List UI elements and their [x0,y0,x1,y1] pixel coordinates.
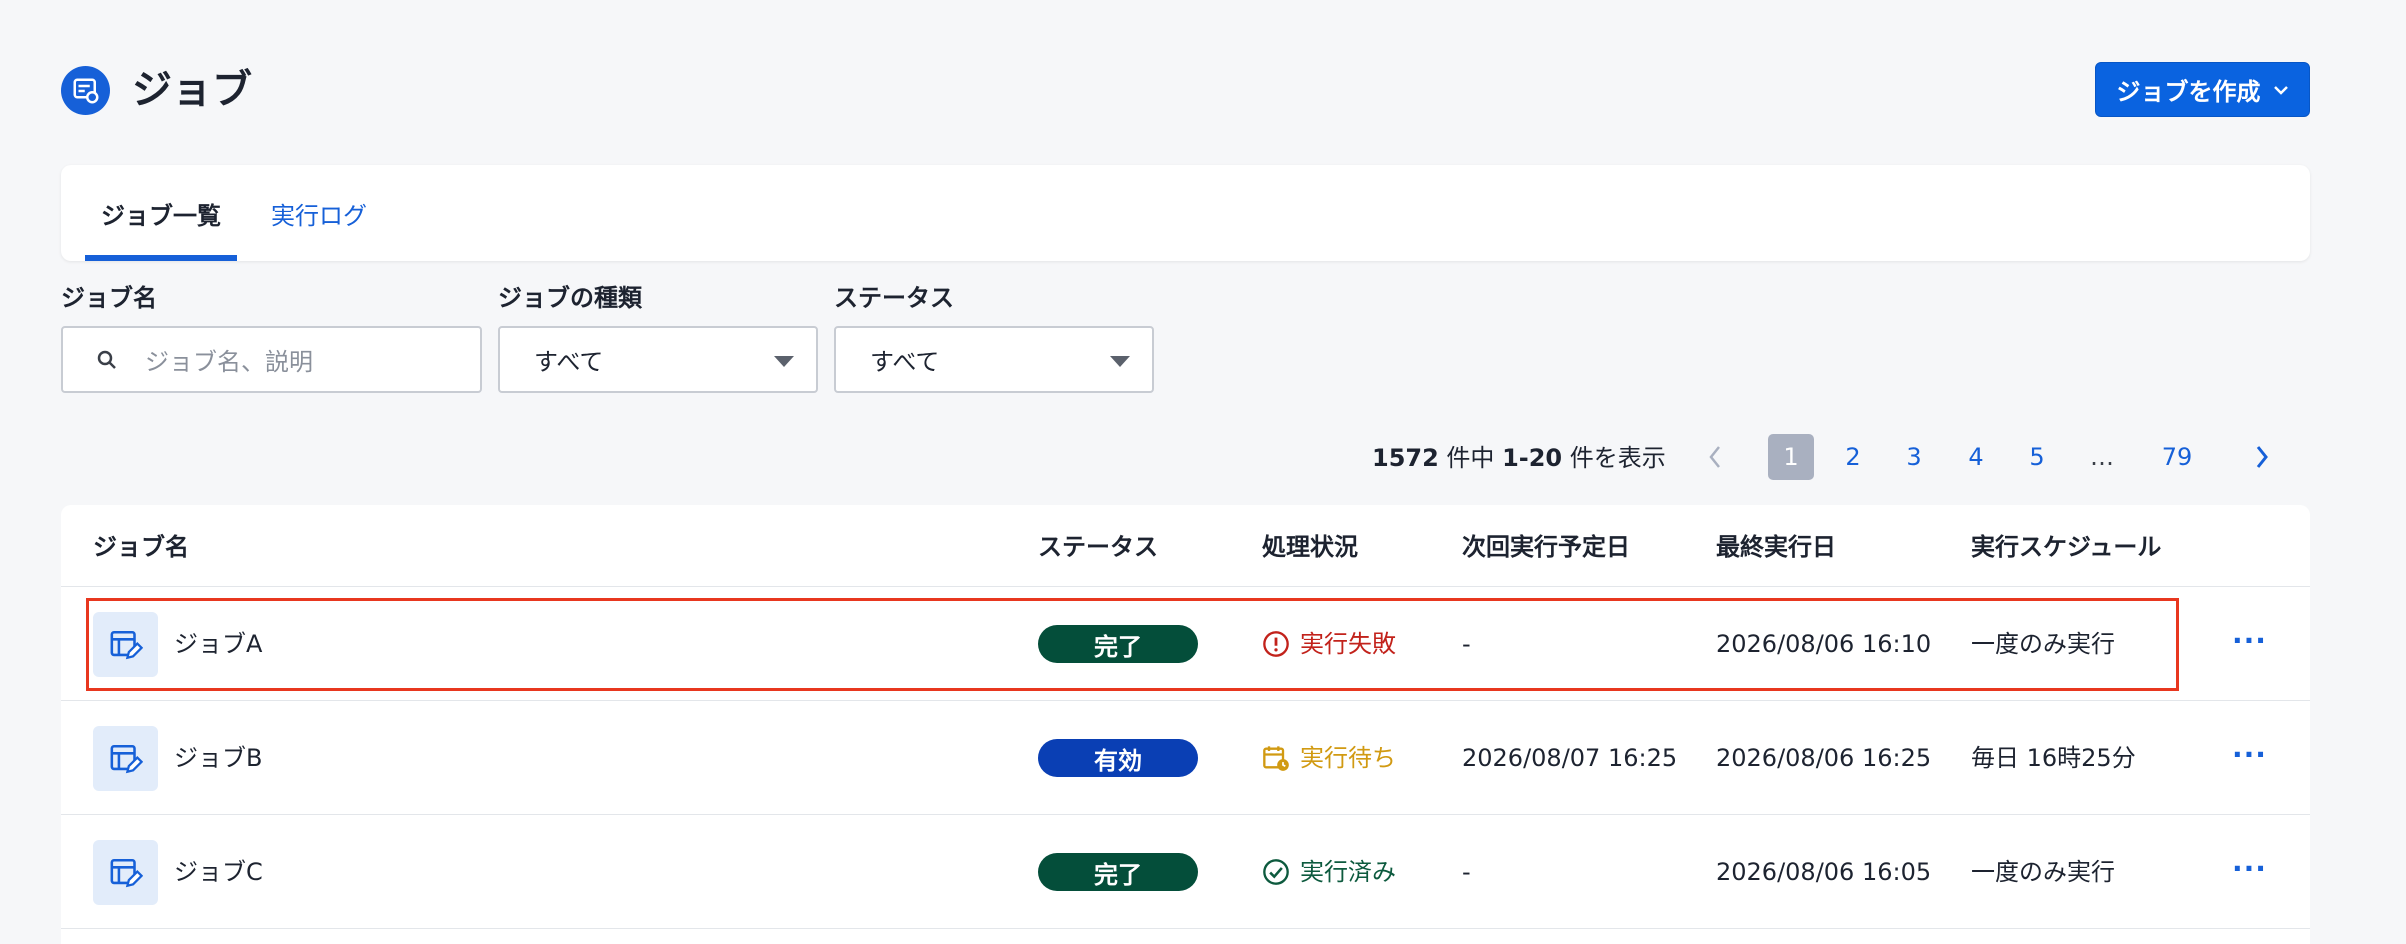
progress-text: 実行失敗 [1300,630,1396,658]
table-edit-icon [110,630,143,659]
check-circle-icon [1263,859,1289,885]
error-circle-icon [1263,631,1289,657]
header-job-name: ジョブ名 [93,533,189,561]
progress-status: 実行済み [1262,854,1396,890]
row-divider [61,928,2310,929]
tab-execution-log[interactable]: 実行ログ [271,165,367,261]
job-name[interactable]: ジョブC [174,854,263,890]
search-icon [97,350,116,369]
row-more-button[interactable]: ··· [2232,624,2267,657]
row-divider [61,700,2310,701]
last-run-date: 2026/08/06 16:05 [1716,858,1932,886]
table-edit-icon [110,858,143,887]
schedule: 毎日 16時25分 [1971,744,2136,772]
status-badge: 有効 [1038,739,1198,777]
calendar-clock-icon [1263,746,1289,771]
status-badge: 完了 [1038,853,1198,891]
caret-down-icon [774,356,794,367]
row-job-icon [93,612,158,677]
page-5[interactable]: 5 [2022,434,2052,480]
job-type-value: すべて [534,348,604,376]
page-79[interactable]: 79 [2155,434,2199,480]
chevron-right-icon [2256,446,2268,468]
schedule: 一度のみ実行 [1971,630,2115,658]
status-badge: 完了 [1038,625,1198,663]
job-list-icon [73,78,98,103]
next-run-date: 2026/08/07 16:25 [1462,744,1678,772]
header-next-run: 次回実行予定日 [1462,533,1630,561]
row-job-icon [93,726,158,791]
header-status: ステータス [1038,533,1158,561]
page-ellipsis: … [2090,443,2114,471]
row-job-icon [93,840,158,905]
progress-text: 実行済み [1300,858,1396,886]
progress-status: 実行失敗 [1262,626,1396,662]
job-name-filter-label: ジョブ名 [61,284,157,312]
header-last-run: 最終実行日 [1716,533,1836,561]
status-select[interactable]: すべて [834,326,1154,393]
next-page-button[interactable] [2247,434,2277,480]
status-value: すべて [870,348,940,376]
last-run-date: 2026/08/06 16:10 [1716,630,1932,658]
progress-status: 実行待ち [1262,740,1396,776]
job-name[interactable]: ジョブA [174,626,262,662]
job-name-search-input[interactable]: ジョブ名、説明 [61,326,482,393]
row-more-button[interactable]: ··· [2232,738,2267,771]
tabs-card: ジョブ一覧 実行ログ [61,165,2310,261]
page-2[interactable]: 2 [1838,434,1868,480]
header-schedule: 実行スケジュール [1971,533,2162,561]
page-1[interactable]: 1 [1768,434,1814,480]
table-edit-icon [110,744,143,773]
row-divider [61,586,2310,587]
row-more-button[interactable]: ··· [2232,852,2267,885]
last-run-date: 2026/08/06 16:25 [1716,744,1932,772]
row-divider [61,814,2310,815]
job-name[interactable]: ジョブB [174,740,262,776]
job-type-filter-label: ジョブの種類 [498,284,642,312]
next-run-date: - [1462,630,1471,658]
search-placeholder: ジョブ名、説明 [145,348,313,376]
job-type-select[interactable]: すべて [498,326,818,393]
next-run-date: - [1462,858,1471,886]
tab-job-list[interactable]: ジョブ一覧 [85,165,237,261]
jobs-page-icon [61,66,110,115]
create-job-label: ジョブを作成 [2116,78,2261,106]
result-count: 1572 件中 1-20 件を表示 [1372,444,1666,472]
status-filter-label: ステータス [834,284,954,312]
prev-page-button[interactable] [1700,434,1730,480]
progress-text: 実行待ち [1300,744,1396,772]
caret-down-icon [1110,356,1130,367]
chevron-left-icon [1709,446,1720,468]
create-job-button[interactable]: ジョブを作成 [2095,62,2310,117]
schedule: 一度のみ実行 [1971,858,2115,886]
chevron-down-icon [2273,85,2288,95]
page-4[interactable]: 4 [1961,434,1991,480]
page-title: ジョブ [132,67,252,113]
page-3[interactable]: 3 [1899,434,1929,480]
header-progress: 処理状況 [1262,533,1358,561]
